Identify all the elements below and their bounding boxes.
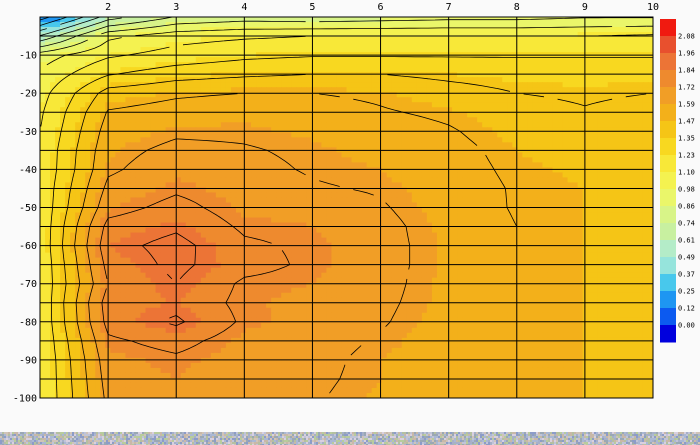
colorbar-tick-label: 1.10	[678, 169, 695, 177]
x-tick-label: 8	[514, 2, 520, 13]
contour-chart: 2 3 4 5 6 7 8 9 10 -10 -20 -30 -40 -50 -60 -70 -80 -90 -1…	[0, 0, 700, 445]
colorbar-tick-label: 1.72	[678, 84, 695, 92]
colorbar-tick-label: 1.47	[678, 118, 695, 126]
colorbar-tick-label: 2.08	[678, 33, 695, 41]
colorbar-swatch	[660, 104, 676, 122]
colorbar-swatch	[660, 206, 676, 224]
colorbar-swatch	[660, 172, 676, 190]
colorbar-swatch	[660, 257, 676, 275]
colorbar-swatch	[660, 53, 676, 71]
colorbar-swatch	[660, 308, 676, 326]
y-tick-label: -10	[19, 51, 37, 62]
y-tick-label: -20	[19, 89, 37, 100]
colorbar-swatch	[660, 70, 676, 88]
y-tick-label: -90	[19, 355, 37, 366]
x-tick-label: 3	[173, 2, 179, 13]
y-tick-label: -70	[19, 279, 37, 290]
x-tick-label: 9	[582, 2, 588, 13]
colorbar-tick-label: 1.59	[678, 101, 695, 109]
y-tick-label: -100	[13, 394, 37, 405]
colorbar-tick-label: 0.00	[678, 322, 695, 330]
colorbar-tick-label: 0.37	[678, 271, 695, 279]
y-tick-label: -30	[19, 127, 37, 138]
colorbar-tick-label: 0.61	[678, 237, 695, 245]
colorbar-tick-label: 1.35	[678, 135, 695, 143]
colorbar-swatch	[660, 121, 676, 139]
colorbar-tick-label: 0.12	[678, 305, 695, 313]
noise-strip	[0, 432, 700, 445]
x-tick-label: 7	[446, 2, 452, 13]
colorbar-swatch	[660, 189, 676, 207]
colorbar-tick-label: 1.84	[678, 67, 695, 75]
colorbar-swatch	[660, 138, 676, 156]
colorbar-tick-label: 1.23	[678, 152, 695, 160]
x-tick-label: 6	[378, 2, 384, 13]
colorbar-tick-label: 0.98	[678, 186, 695, 194]
grid-lines	[40, 17, 654, 398]
colorbar-swatch	[660, 223, 676, 241]
colorbar-tick-label: 0.86	[678, 203, 695, 211]
x-tick-label: 4	[241, 2, 247, 13]
colorbar-tick-label: 1.96	[678, 50, 695, 58]
x-tick-label: 2	[105, 2, 111, 13]
x-tick-label: 10	[647, 2, 659, 13]
colorbar-tick-label: 0.74	[678, 220, 695, 228]
colorbar-swatch	[660, 87, 676, 105]
x-tick-label: 5	[309, 2, 315, 13]
colorbar-swatch	[660, 274, 676, 292]
colorbar-swatch	[660, 36, 676, 54]
y-tick-label: -50	[19, 203, 37, 214]
colorbar-tick-label: 0.25	[678, 288, 695, 296]
colorbar-swatch	[660, 325, 676, 343]
colorbar-swatch	[660, 155, 676, 173]
y-tick-label: -40	[19, 165, 37, 176]
y-tick-label: -80	[19, 317, 37, 328]
colorbar-tick-label: 0.49	[678, 254, 695, 262]
colorbar-swatch	[660, 291, 676, 309]
y-tick-label: -60	[19, 241, 37, 252]
colorbar-swatch	[660, 19, 676, 37]
colorbar-swatch	[660, 240, 676, 258]
